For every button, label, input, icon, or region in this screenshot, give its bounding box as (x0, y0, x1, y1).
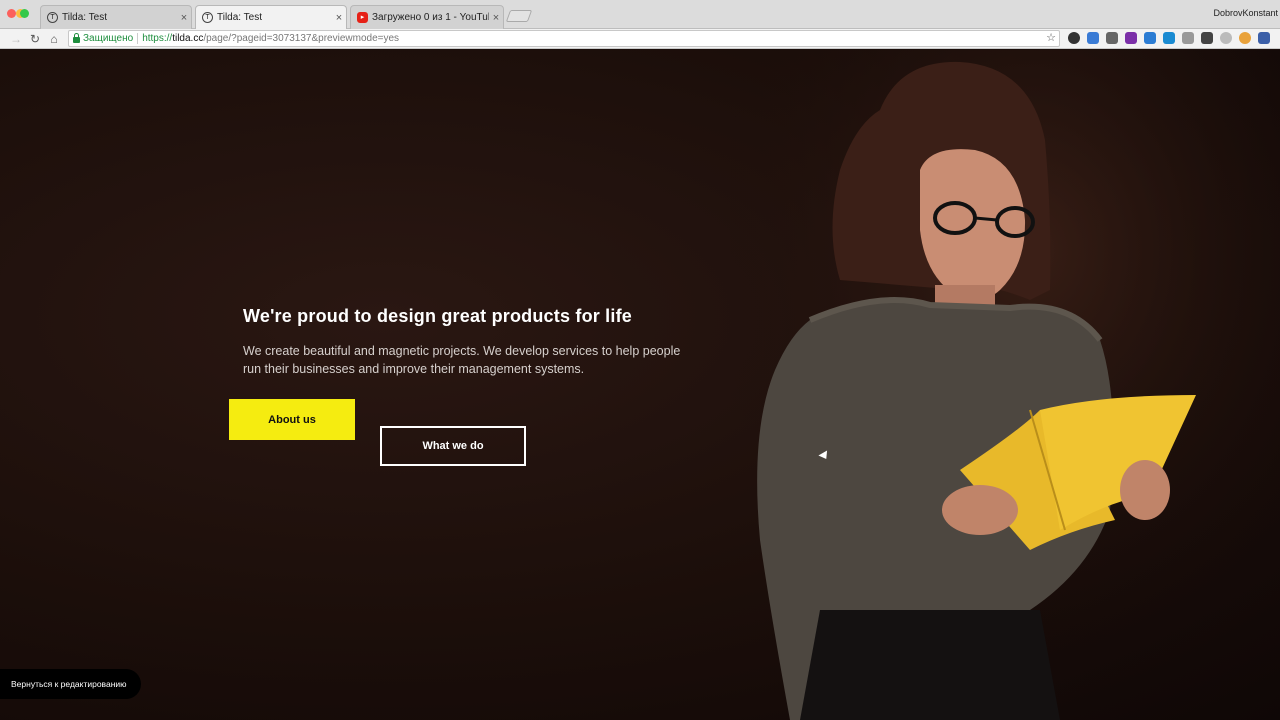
browser-toolbar: → ↻ ⌂ Защищено https:// tilda.cc /page/?… (0, 29, 1280, 49)
divider (137, 33, 139, 44)
youtube-favicon-icon: ▸ (357, 12, 368, 23)
browser-tab-active[interactable]: T Tilda: Test × (195, 5, 347, 29)
extension-eyedropper-icon[interactable] (1106, 32, 1118, 44)
tab-close-icon[interactable]: × (332, 12, 346, 24)
home-icon[interactable]: ⌂ (46, 31, 62, 47)
browser-tab[interactable]: ▸ Загружено 0 из 1 - YouTube × (350, 5, 504, 29)
extension-dark-icon[interactable] (1068, 32, 1080, 44)
window-close-icon[interactable] (7, 9, 16, 18)
lock-icon (73, 32, 80, 43)
hero-section: We're proud to design great products for… (0, 50, 1280, 720)
translate-icon[interactable] (1144, 32, 1156, 44)
tab-label: Tilda: Test (62, 12, 108, 23)
new-tab-button[interactable] (505, 10, 533, 22)
hero-description: We create beautiful and magnetic project… (243, 344, 681, 376)
url-host: tilda.cc (172, 33, 204, 44)
secure-label: Защищено (83, 33, 134, 44)
what-we-do-button[interactable]: What we do (380, 426, 526, 466)
browser-tab[interactable]: T Tilda: Test × (40, 5, 192, 29)
url-path: /page/?pageid=3073137&previewmode=yes (203, 33, 400, 44)
onenote-icon[interactable] (1125, 32, 1137, 44)
back-to-editing-button[interactable]: Вернуться к редактированию (0, 669, 141, 699)
tilda-favicon-icon: T (47, 12, 58, 23)
bookmark-star-icon[interactable]: ☆ (1046, 31, 1056, 44)
extension-box-icon[interactable] (1201, 32, 1213, 44)
extension-window-icon[interactable] (1163, 32, 1175, 44)
profile-name[interactable]: DobrovKonstant (1213, 8, 1278, 18)
hero-title: We're proud to design great products for… (243, 306, 632, 326)
about-us-button[interactable]: About us (229, 399, 355, 440)
address-bar[interactable]: Защищено https:// tilda.cc /page/?pageid… (68, 30, 1060, 47)
browser-tab-bar: T Tilda: Test × T Tilda: Test × ▸ Загруж… (0, 0, 1280, 29)
tab-close-icon[interactable]: × (489, 12, 503, 24)
url-scheme: https:// (142, 33, 173, 44)
extension-cloud-icon[interactable] (1220, 32, 1232, 44)
extension-color-icon[interactable] (1239, 32, 1251, 44)
tab-close-icon[interactable]: × (177, 12, 191, 24)
reload-icon[interactable]: ↻ (27, 31, 43, 47)
extension-bird-icon[interactable] (1087, 32, 1099, 44)
woman-reading-photo (730, 50, 1280, 720)
tilda-favicon-icon: T (202, 12, 213, 23)
extension-pencil-icon[interactable] (1182, 32, 1194, 44)
extension-v-icon[interactable] (1258, 32, 1270, 44)
tab-label: Загружено 0 из 1 - YouTube (372, 12, 489, 23)
tab-label: Tilda: Test (217, 12, 263, 23)
back-arrow-icon[interactable]: → (8, 31, 24, 47)
window-maximize-icon[interactable] (20, 9, 29, 18)
